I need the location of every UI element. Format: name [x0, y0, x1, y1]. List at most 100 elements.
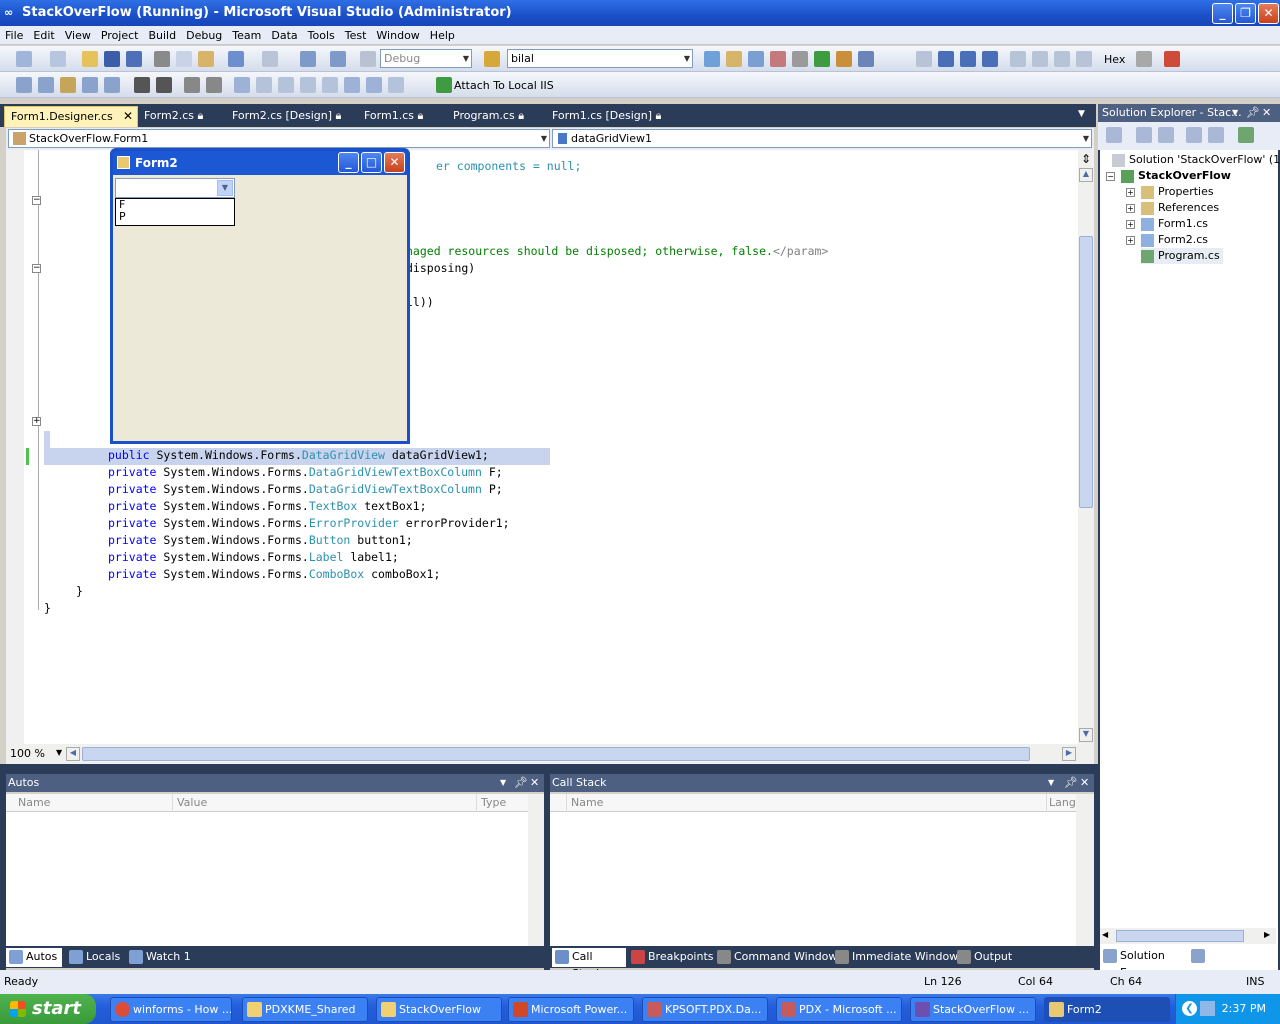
- previous-bookmark-icon[interactable]: [256, 77, 272, 93]
- callstack-scrollbar[interactable]: [1076, 794, 1094, 946]
- navigate-forward-icon[interactable]: [330, 51, 346, 67]
- restart-icon[interactable]: [982, 51, 998, 67]
- windows-dropdown-icon[interactable]: [1164, 51, 1180, 67]
- find-in-files-icon[interactable]: [484, 51, 500, 67]
- menu-file[interactable]: File: [0, 26, 28, 45]
- save-all-icon[interactable]: [126, 51, 142, 67]
- form2-minimize-button[interactable]: _: [338, 152, 359, 173]
- find-combo[interactable]: bilal ▼: [507, 49, 693, 68]
- start-debugging-icon[interactable]: [360, 51, 376, 67]
- tree-project[interactable]: − StackOverFlow: [1106, 168, 1231, 184]
- object-browser-icon[interactable]: [770, 51, 786, 67]
- undo-icon[interactable]: [228, 51, 244, 67]
- add-item-icon[interactable]: [50, 51, 66, 67]
- combobox-option[interactable]: P: [116, 211, 234, 223]
- next-bookmark-doc-icon[interactable]: [366, 77, 382, 93]
- menu-test[interactable]: Test: [340, 26, 372, 45]
- tab-immediate-window[interactable]: Immediate Window: [832, 948, 962, 967]
- tab-call-stack[interactable]: Call Stack: [552, 948, 626, 980]
- align-lefts-icon[interactable]: [16, 77, 32, 93]
- navigate-back-icon[interactable]: [300, 51, 316, 67]
- callstack-grid[interactable]: [550, 812, 1076, 946]
- chevron-down-icon[interactable]: ▼: [217, 180, 233, 196]
- tree-solution-root[interactable]: Solution 'StackOverFlow' (1 pr: [1112, 152, 1280, 168]
- view-class-diagram-icon[interactable]: [1238, 127, 1254, 143]
- menu-window[interactable]: Window: [371, 26, 424, 45]
- refresh-icon[interactable]: [1158, 127, 1174, 143]
- stop-debugging-icon[interactable]: [960, 51, 976, 67]
- menu-debug[interactable]: Debug: [181, 26, 227, 45]
- tab-output[interactable]: Output: [954, 948, 1016, 967]
- combobox-option[interactable]: F: [116, 199, 234, 211]
- start-page-icon[interactable]: [814, 51, 830, 67]
- tab-form1-cs[interactable]: Form1.cs 🔒︎: [358, 106, 429, 127]
- taskbar-item[interactable]: Microsoft Power...: [508, 997, 634, 1022]
- solution-horizontal-scrollbar[interactable]: ◀ ▶: [1100, 928, 1276, 944]
- increase-indent-icon[interactable]: [156, 77, 172, 93]
- breakpoints-window-icon[interactable]: [1136, 51, 1152, 67]
- scroll-left-icon[interactable]: ◀: [66, 747, 80, 761]
- toggle-bookmark-icon[interactable]: [234, 77, 250, 93]
- collapse-region-icon[interactable]: −: [32, 264, 41, 273]
- tree-item-form2[interactable]: + Form2.cs: [1126, 232, 1208, 248]
- find-icon[interactable]: [704, 51, 720, 67]
- combobox[interactable]: ▼: [115, 178, 235, 198]
- view-designer-icon[interactable]: [1208, 127, 1224, 143]
- close-button[interactable]: ✕: [1258, 3, 1279, 24]
- pin-icon[interactable]: 📌︎: [1246, 104, 1260, 122]
- save-icon[interactable]: [104, 51, 120, 67]
- redo-icon[interactable]: [262, 51, 278, 67]
- continue-icon[interactable]: [916, 51, 932, 67]
- tab-autos[interactable]: Autos: [6, 948, 62, 967]
- scroll-left-icon[interactable]: ◀: [1102, 930, 1108, 939]
- tab-solution-explorer[interactable]: Solution E...: [1100, 947, 1184, 979]
- menu-tools[interactable]: Tools: [303, 26, 340, 45]
- show-all-files-icon[interactable]: [1136, 127, 1152, 143]
- tab-watch-1[interactable]: Watch 1: [126, 948, 195, 967]
- taskbar-item[interactable]: StackOverFlow ...: [910, 997, 1036, 1022]
- type-dropdown[interactable]: StackOverFlow.Form1 ▼: [8, 129, 550, 148]
- paste-icon[interactable]: [198, 51, 214, 67]
- tab-form1-designer[interactable]: Form1.Designer.cs ✕: [4, 106, 138, 127]
- column-name[interactable]: Name: [18, 794, 50, 812]
- minimize-button[interactable]: _: [1212, 3, 1233, 24]
- expand-node-icon[interactable]: +: [1126, 188, 1135, 197]
- scroll-thumb[interactable]: [1079, 236, 1093, 508]
- menu-project[interactable]: Project: [96, 26, 144, 45]
- step-into-icon[interactable]: [1032, 51, 1048, 67]
- taskbar-item[interactable]: StackOverFlow: [376, 997, 502, 1022]
- combobox-dropdown-list[interactable]: F P: [115, 198, 235, 226]
- scroll-right-icon[interactable]: ▶: [1264, 930, 1270, 939]
- clear-bookmarks-icon[interactable]: [388, 77, 404, 93]
- taskbar-item[interactable]: PDXKME_Shared: [242, 997, 368, 1022]
- expand-node-icon[interactable]: +: [1126, 236, 1135, 245]
- column-value[interactable]: Value: [172, 794, 207, 812]
- chevron-left-icon[interactable]: ❮: [1182, 1001, 1197, 1016]
- editor-vertical-scrollbar[interactable]: ⇕ ▲ ▼: [1078, 150, 1094, 744]
- step-over-icon[interactable]: [1054, 51, 1070, 67]
- prev-bookmark-folder-icon[interactable]: [300, 77, 316, 93]
- network-icon[interactable]: [1200, 1001, 1215, 1016]
- close-pane-icon[interactable]: ✕: [530, 774, 539, 792]
- start-button[interactable]: start: [0, 994, 96, 1024]
- dropdown-icon[interactable]: ▼: [500, 774, 506, 792]
- menu-team[interactable]: Team: [227, 26, 266, 45]
- show-next-statement-icon[interactable]: [1010, 51, 1026, 67]
- break-all-icon[interactable]: [938, 51, 954, 67]
- scroll-down-icon[interactable]: ▼: [1079, 728, 1093, 742]
- tab-breakpoints[interactable]: Breakpoints: [628, 948, 718, 967]
- text-format-icon[interactable]: [82, 77, 98, 93]
- collapse-node-icon[interactable]: −: [1106, 172, 1115, 181]
- tab-team-explorer[interactable]: Team Exp...: [1188, 947, 1276, 966]
- tree-item-references[interactable]: + References: [1126, 200, 1219, 216]
- solution-tree[interactable]: Solution 'StackOverFlow' (1 pr − StackOve…: [1100, 150, 1280, 1024]
- close-tab-icon[interactable]: ✕: [123, 107, 133, 126]
- menu-build[interactable]: Build: [143, 26, 181, 45]
- attach-iis-icon[interactable]: [436, 77, 452, 93]
- active-files-dropdown-icon[interactable]: ▼: [1078, 109, 1085, 119]
- new-project-icon[interactable]: [16, 51, 32, 67]
- scroll-up-icon[interactable]: ▲: [1079, 168, 1093, 182]
- pin-icon[interactable]: 📌︎: [1064, 774, 1078, 792]
- menu-edit[interactable]: Edit: [28, 26, 59, 45]
- expand-node-icon[interactable]: +: [1126, 204, 1135, 213]
